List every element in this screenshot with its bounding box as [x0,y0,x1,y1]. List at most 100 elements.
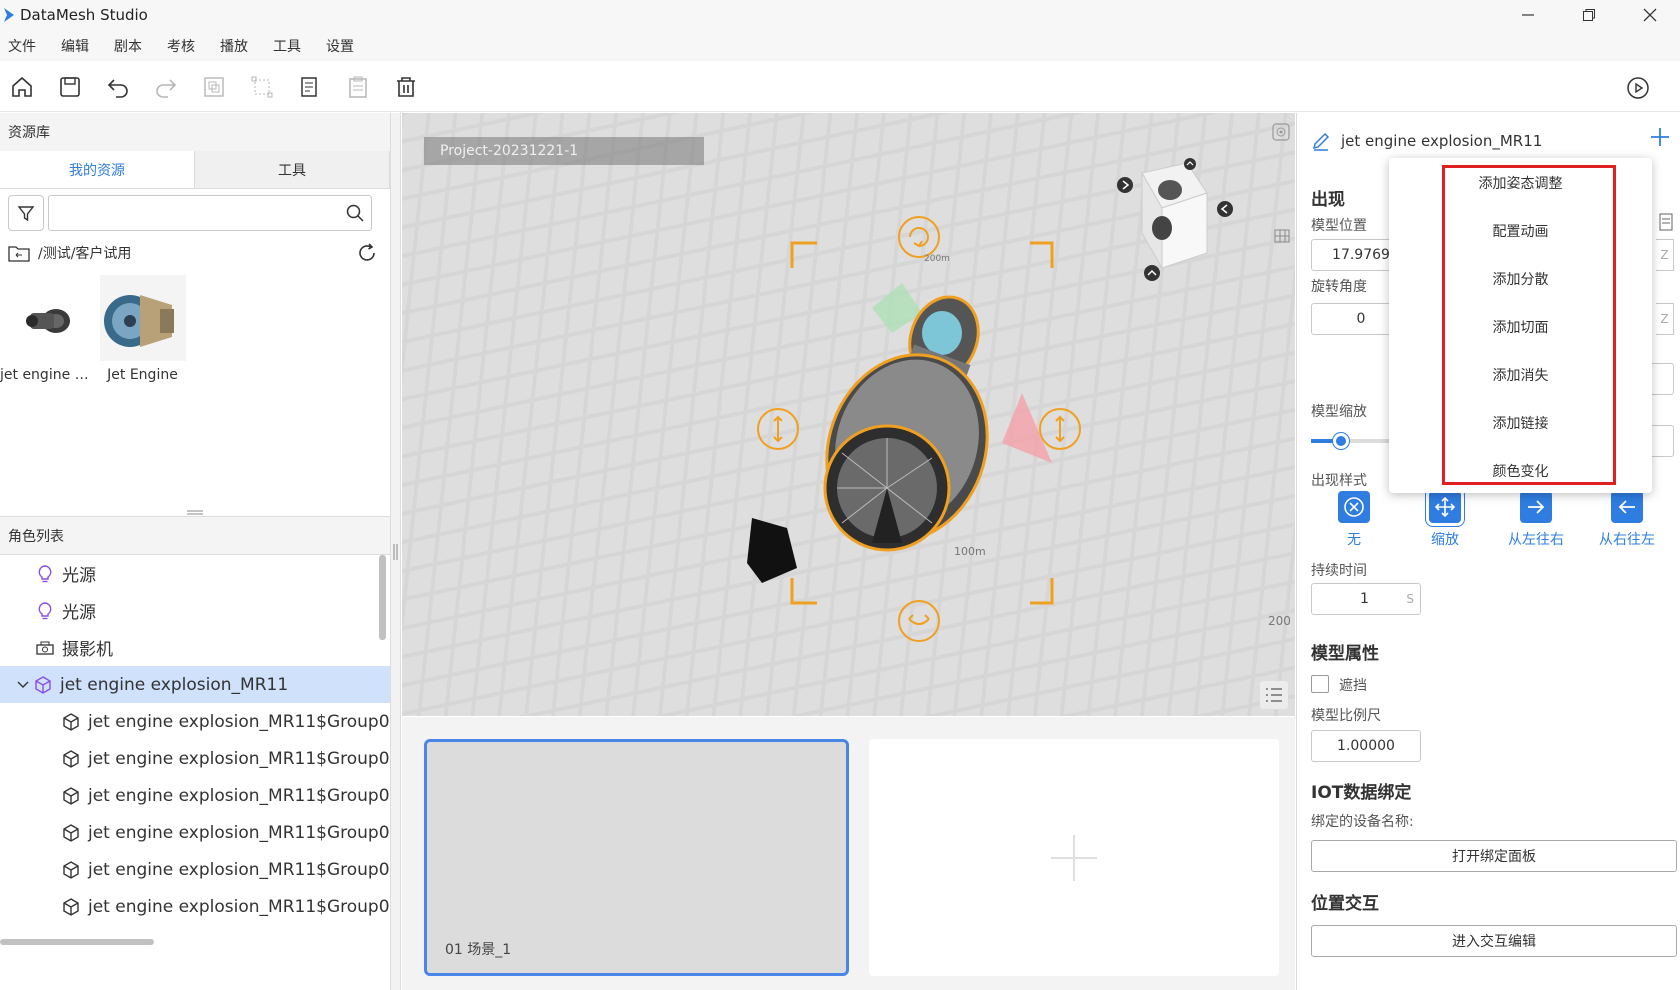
ungroup-button[interactable] [246,71,278,103]
chevron-down-icon[interactable] [16,678,30,692]
grid-toggle-icon[interactable] [1274,229,1290,243]
role-item-group[interactable]: jet engine explosion_MR11$Group00 5 [0,814,390,851]
role-label: jet engine explosion_MR11$Group00 l [88,785,390,806]
duration-input[interactable]: 1 S [1311,583,1421,615]
undo-button[interactable] [102,71,134,103]
search-row [0,189,390,237]
highlight-box [1442,165,1616,485]
menu-file[interactable]: 文件 [8,36,36,56]
menu-assessment[interactable]: 考核 [167,36,195,56]
add-scene-button[interactable] [869,739,1279,976]
rotation-label: 旋转角度 [1311,279,1367,295]
delete-button[interactable] [390,71,422,103]
asset-item[interactable]: Jet Engine [95,275,190,509]
delete-icon [397,76,415,97]
cube-outline-icon [62,786,80,805]
menu-script[interactable]: 剧本 [114,36,142,56]
paste-button[interactable] [342,71,374,103]
style-scale-option[interactable]: 缩放 [1410,491,1480,549]
scene-label: 01 场景_1 [445,942,512,958]
duration-label: 持续时间 [1311,563,1367,579]
minimize-button[interactable] [1497,0,1558,30]
play-button[interactable] [1622,72,1654,104]
scene-card[interactable]: 01 场景_1 [424,739,849,976]
duration-value: 1 [1360,591,1369,607]
section-appear: 出现 [1311,190,1345,210]
duration-unit: S [1406,592,1414,606]
copy-button[interactable] [294,71,326,103]
add-plus-icon[interactable] [1650,127,1670,147]
cube-outline-icon [62,897,80,916]
search-box [48,195,372,231]
panel-splitter[interactable] [0,509,390,517]
role-item-model[interactable]: jet engine explosion_MR11 [0,666,390,703]
3d-viewport[interactable]: 200m 100m 200 Project-20231221-1 [402,113,1295,716]
model-scale-label: 模型缩放 [1311,404,1367,420]
menu-bar: 文件 编辑 剧本 考核 播放 工具 设置 [0,30,1680,61]
app-logo-icon [4,8,14,22]
list-view-icon[interactable] [1260,681,1288,709]
role-item-light[interactable]: 光源 [0,592,390,629]
folder-back-icon[interactable] [8,244,30,262]
role-item-group[interactable]: jet engine explosion_MR11$Group00 5 [0,851,390,888]
menu-tools[interactable]: 工具 [273,36,301,56]
grid-label: 200m [924,254,950,264]
menu-play[interactable]: 播放 [220,36,248,56]
tab-my-resources[interactable]: 我的资源 [0,151,195,188]
menu-edit[interactable]: 编辑 [61,36,89,56]
role-list-vscrollbar[interactable] [379,555,386,640]
grid-label: 100m [954,545,986,558]
enter-interaction-edit-button[interactable]: 进入交互编辑 [1311,925,1677,957]
asset-item[interactable]: jet engine e··· [0,275,95,509]
side-list-icon[interactable] [1658,213,1674,231]
asset-thumbnail [5,275,91,361]
title-bar: DataMesh Studio [0,0,1680,30]
role-item-group[interactable]: jet engine explosion_MR11$Group00 l [0,777,390,814]
model-scale-ruler-label: 模型比例尺 [1311,708,1381,724]
home-button[interactable] [6,71,38,103]
open-binding-panel-button[interactable]: 打开绑定面板 [1311,840,1677,872]
rotation-z-suffix: Z [1656,303,1674,335]
model-name: jet engine explosion_MR11 [1341,132,1543,150]
filter-button[interactable] [8,195,44,231]
style-label: 无 [1347,532,1361,548]
asset-label: Jet Engine [107,367,178,383]
edit-pencil-icon[interactable] [1311,131,1331,151]
resource-tabs: 我的资源 工具 [0,151,390,189]
copy-icon [301,76,317,97]
appear-style-label: 出现样式 [1311,473,1367,489]
model-scale-ruler-input[interactable]: 1.00000 [1311,730,1421,762]
redo-button[interactable] [150,71,182,103]
role-item-group[interactable]: jet engine explosion_MR11$Group00 2 [0,740,390,777]
occlude-checkbox[interactable] [1311,675,1329,693]
menu-settings[interactable]: 设置 [326,36,354,56]
slider-knob[interactable] [1333,433,1349,449]
role-label: jet engine explosion_MR11$Group00 7 [88,896,390,917]
cube-outline-icon [62,712,80,731]
camera-icon [36,639,54,657]
role-item-light[interactable]: 光源 [0,555,390,592]
section-position-interaction: 位置交互 [1311,894,1379,914]
role-item-group[interactable]: jet engine explosion_MR11$Group00 7 [0,888,390,925]
role-list-hscrollbar[interactable] [0,939,154,945]
tab-tools[interactable]: 工具 [195,151,390,188]
role-item-camera[interactable]: 摄影机 [0,629,390,666]
style-none-option[interactable]: 无 [1319,491,1389,549]
style-right-to-left-option[interactable]: 从右往左 [1592,491,1662,549]
vertical-splitter[interactable] [391,113,401,990]
light-bulb-icon [36,601,54,620]
save-button[interactable] [54,71,86,103]
search-icon[interactable] [345,203,365,223]
search-input[interactable] [49,196,339,230]
role-label: jet engine explosion_MR11 [60,674,289,695]
group-button[interactable] [198,71,230,103]
style-left-to-right-option[interactable]: 从左往右 [1501,491,1571,549]
app-title: DataMesh Studio [20,6,148,24]
none-circle-icon [1338,491,1370,523]
role-item-group[interactable]: jet engine explosion_MR11$Group00 l [0,703,390,740]
refresh-icon[interactable] [356,242,378,264]
cube-outline-icon [62,823,80,842]
restore-button[interactable] [1558,0,1619,30]
focus-target-icon[interactable] [1272,123,1290,141]
close-button[interactable] [1619,0,1680,30]
